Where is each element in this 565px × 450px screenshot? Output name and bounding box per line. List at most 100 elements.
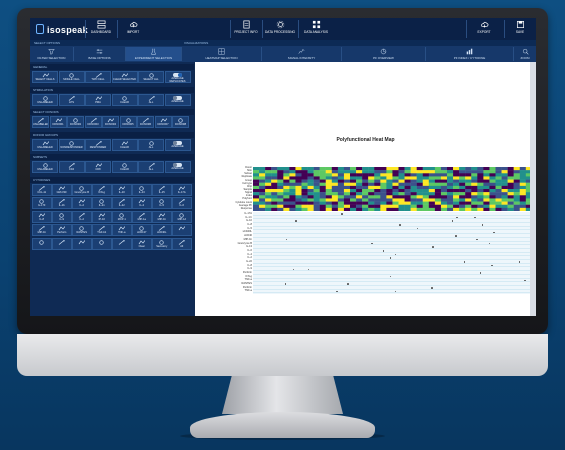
sidebar-option-button[interactable]: DONOR4 [102, 116, 119, 128]
sidebar-option-button[interactable]: RESPONDER [85, 138, 111, 151]
save-button[interactable]: SAVE [504, 20, 535, 38]
sidebar-option-button[interactable]: DONOR3 [84, 116, 102, 128]
sidebar-option-button[interactable]: Perforin [52, 224, 72, 236]
sidebar-option-button[interactable]: IL-2 [72, 197, 92, 209]
sidebar-option-button[interactable]: IL-1b [52, 197, 72, 209]
sidebar-option-button[interactable]: AVERAGE [164, 93, 191, 106]
sidebar-option-button[interactable]: Granzyme B [72, 183, 92, 196]
sidebar-option-button[interactable]: UNLABELED [32, 93, 58, 106]
sidebar-option-button[interactable] [52, 237, 72, 250]
sidebar-option-button[interactable]: GM-CSF [52, 183, 72, 196]
heatmap-cell [447, 195, 454, 199]
sidebar-option-button[interactable]: IL-5 [152, 197, 172, 209]
sidebar-option-button[interactable]: AVERAGE [164, 138, 191, 151]
sidebar-option-button[interactable]: IL-6 [172, 197, 192, 209]
sidebar-option-button[interactable]: MCP-1 [112, 210, 132, 223]
sidebar-option-button[interactable] [72, 237, 92, 250]
sidebar-option-button[interactable]: DONOR8 [172, 116, 189, 128]
heatmap-grid[interactable] [253, 167, 536, 211]
dashboard-button[interactable]: DASHBOARD [85, 20, 116, 38]
sidebar-option-button[interactable]: SELECT CELLS [32, 71, 58, 83]
sidebar-option-button[interactable]: UNLABELED [32, 138, 58, 151]
sidebar-option-button[interactable]: IFN-g [92, 183, 112, 196]
sidebar-option-button[interactable]: IL-4 [132, 197, 152, 209]
sidebar-option-button[interactable] [32, 237, 52, 250]
tab-pf-index-cytokine[interactable]: PF INDEX / CYTOKINE [426, 47, 514, 61]
sidebar-option-button[interactable]: Secretory [152, 237, 172, 250]
sidebar-option-button[interactable]: NONRESPONDER [58, 138, 85, 151]
project-info-button[interactable]: PROJECT INFO [230, 20, 261, 38]
sidebar-option-button[interactable]: Clear [132, 237, 152, 250]
sidebar-option-button[interactable]: DONOR7 [154, 116, 172, 128]
sidebar-option-button[interactable]: MIP-1a [132, 210, 152, 223]
sidebar-option-button[interactable]: IL-21 [92, 197, 112, 209]
heatmap-cell [410, 176, 417, 180]
tab-base-options[interactable]: BASE OPTIONS [74, 47, 126, 61]
sidebar-option-button[interactable]: AVERAGE REPLICATES [164, 71, 191, 83]
sidebar-option-button[interactable]: ALL [138, 93, 164, 106]
sidebar-option-button[interactable]: MIP-1b [32, 224, 52, 236]
sidebar-option-button[interactable]: CLEAR [111, 138, 138, 151]
sidebar-option-button[interactable]: MIP-1b [152, 210, 172, 223]
sidebar-option-button[interactable]: CLEAR [111, 161, 138, 173]
sidebar-option-button[interactable] [112, 237, 132, 250]
sidebar-option-button[interactable]: LPS [58, 93, 85, 106]
sidebar-option-button[interactable]: DONOR2 [67, 116, 84, 128]
sidebar-option-button[interactable]: TGF-b1 [92, 224, 112, 236]
data-processing-button[interactable]: DATA PROCESSING [262, 20, 297, 38]
heatmap-cell [295, 176, 302, 180]
data-analysis-button[interactable]: DATA ANALYSIS [298, 20, 333, 38]
heatmap-cell [319, 173, 326, 177]
sidebar-option-button[interactable]: DONOR1 [49, 116, 67, 128]
sidebar-option-button[interactable]: All [172, 237, 192, 250]
sidebar-option-button[interactable]: CLEAR SELECTED [111, 71, 138, 83]
sidebar-option-button[interactable]: ALL [138, 138, 164, 151]
sidebar-option-button[interactable]: CD8 [85, 161, 111, 173]
sidebar-option-button[interactable]: SINGLE CELL [58, 71, 85, 83]
sidebar-option-button[interactable]: IL-13 [132, 183, 152, 196]
sidebar-option-button[interactable]: IL-15 [152, 183, 172, 196]
sidebar-option-button[interactable]: IP-10 [92, 210, 112, 223]
sidebar-option-button[interactable]: MIP-1d [172, 210, 192, 223]
sidebar-option-button[interactable] [92, 237, 112, 250]
import-button[interactable]: IMPORT [117, 20, 148, 38]
app-logo[interactable]: isospeak [36, 24, 88, 35]
tab-zoom[interactable]: ZOOM [514, 47, 536, 61]
scroll-gutter[interactable] [530, 62, 536, 316]
sidebar-option-button[interactable]: sCD40L [152, 224, 172, 236]
heatmap-cell [447, 185, 454, 190]
sidebar-option-button[interactable]: IL-22 [112, 197, 132, 209]
heatmap-cell [495, 167, 502, 171]
sidebar-option-button[interactable]: IL-17A [172, 183, 192, 196]
tab-signal-intensity[interactable]: SIGNAL INTENSITY [262, 47, 342, 61]
sidebar-option-button[interactable]: CCL-11 [32, 183, 52, 196]
export-button[interactable]: EXPORT [466, 20, 501, 38]
sidebar-option-button[interactable]: CLEAR [111, 93, 138, 106]
sidebar-option-button[interactable]: DONOR5 [119, 116, 137, 128]
sidebar-option-button[interactable]: TWO CELL [85, 71, 111, 83]
sidebar-option-button[interactable]: SELECT ALL [138, 71, 164, 83]
heatmap-cell [343, 182, 351, 187]
tab-heatmap-selection[interactable]: HEATMAP SELECTION [182, 47, 262, 61]
sidebar-option-button[interactable]: UNLABELED [32, 116, 49, 128]
tab-filter-selection[interactable]: FILTER SELECTION [30, 47, 74, 61]
sidebar-option-button[interactable]: IL-8 [32, 210, 52, 223]
sidebar-option-button[interactable]: CD4 [58, 161, 85, 173]
tab-pf-overview[interactable]: PF OVERVIEW [342, 47, 426, 61]
sidebar-option-button[interactable]: RANTES [72, 224, 92, 236]
sidebar-option-button[interactable] [172, 224, 192, 236]
sidebar-option-button[interactable]: UNLABELED [32, 161, 58, 173]
sidebar-option-button[interactable]: ALL [138, 161, 164, 173]
heatmap-cell [477, 192, 484, 196]
sidebar-option-button[interactable]: AVERAGE [164, 161, 191, 173]
sidebar-option-button[interactable]: IL-10 [112, 183, 132, 196]
tab-experiment-selection[interactable]: EXPERIMENT SELECTION [126, 47, 182, 61]
sidebar-option-button[interactable]: IL-9 [52, 210, 72, 223]
sidebar-option-button[interactable]: IL-17F [32, 197, 52, 209]
sidebar-option-button[interactable]: TNF-a [112, 224, 132, 236]
sidebar-option-button[interactable]: sCD137 [132, 224, 152, 236]
sidebar-option-button[interactable]: DONOR6 [137, 116, 154, 128]
sidebar-option-button[interactable]: PMA [85, 93, 111, 106]
option-label: CLEAR [120, 145, 129, 149]
sidebar-option-button[interactable]: IL-2 [72, 210, 92, 223]
